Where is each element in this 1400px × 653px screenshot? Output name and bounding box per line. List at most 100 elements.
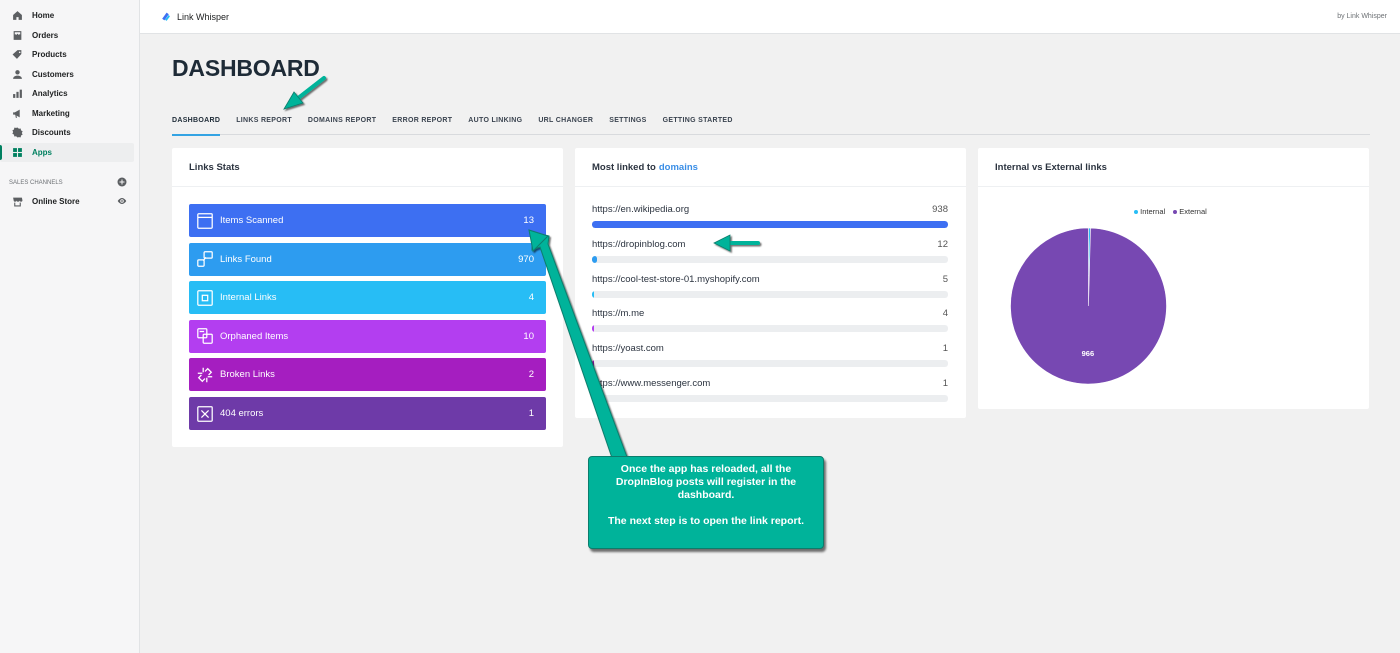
home-icon <box>12 10 23 21</box>
callout-text-1: Once the app has reloaded, all the DropI… <box>615 463 797 501</box>
domain-bar-fill <box>592 325 595 333</box>
pie-label-external: 966 <box>1082 349 1095 358</box>
stat-label: Items Scanned <box>220 215 284 226</box>
eye-icon[interactable] <box>117 196 127 208</box>
domain-bar-fill <box>592 360 595 368</box>
domain-bar-track <box>592 360 948 368</box>
square-icon <box>196 289 214 307</box>
arrow-to-links-report <box>283 76 326 110</box>
sales-channels-header: SALES CHANNELS <box>0 174 139 192</box>
domain-count: 1 <box>942 378 948 389</box>
nav-list: Home Orders Products Customers Analytics Mark… <box>0 0 139 162</box>
domain-url[interactable]: https://yoast.com <box>592 343 664 354</box>
domain-row: https://www.messenger.com 1 <box>592 378 948 402</box>
domains-title: Most linked to domains <box>575 148 966 187</box>
links-stats-card: Links Stats Items Scanned 13 Links Found 97… <box>172 148 563 447</box>
sidebar-item-label: Orders <box>32 30 59 40</box>
stat-value: 13 <box>523 215 534 226</box>
sidebar-item-customers[interactable]: Customers <box>0 65 139 85</box>
links-icon <box>196 250 214 268</box>
tab-getting-started[interactable]: GETTING STARTED <box>663 106 733 135</box>
domain-row-text: https://en.wikipedia.org 938 <box>592 204 948 215</box>
person-icon <box>12 69 23 80</box>
sidebar-item-home[interactable]: Home <box>0 6 139 26</box>
page-title: DASHBOARD <box>172 55 320 81</box>
callout-text-2: The next step is to open the link report… <box>607 515 805 527</box>
add-channel-icon[interactable] <box>117 177 127 189</box>
domain-bar-fill <box>592 255 597 263</box>
domain-row-text: https://yoast.com 1 <box>592 343 948 354</box>
sales-channels-heading: SALES CHANNELS <box>9 180 63 186</box>
stat-orphaned-items[interactable]: Orphaned Items 10 <box>189 319 546 353</box>
tab-settings[interactable]: SETTINGS <box>609 106 646 135</box>
domain-row: https://dropinblog.com 12 <box>592 239 948 263</box>
domain-bar-fill <box>592 290 595 298</box>
tab-url-changer[interactable]: URL CHANGER <box>538 106 593 135</box>
tab-domains-report[interactable]: DOMAINS REPORT <box>308 106 376 135</box>
stat-value: 970 <box>518 253 534 265</box>
domain-bar-track <box>592 395 948 402</box>
domain-count: 938 <box>932 204 948 215</box>
domain-url[interactable]: https://m.me <box>592 308 644 319</box>
sidebar-item-online-store[interactable]: Online Store <box>0 192 139 212</box>
domain-row: https://m.me 4 <box>592 308 948 333</box>
domain-bar-track <box>592 255 948 263</box>
sidebar-item-products[interactable]: Products <box>0 45 139 65</box>
tab-auto-linking[interactable]: AUTO LINKING <box>468 106 522 135</box>
domain-count: 4 <box>942 308 948 320</box>
tab-error-report[interactable]: ERROR REPORT <box>392 106 452 135</box>
discount-icon <box>12 127 23 138</box>
bar-chart-icon <box>12 88 23 99</box>
domains-title-text: Most linked to <box>592 161 656 173</box>
stat-value: 4 <box>528 292 534 304</box>
links-stats-title: Links Stats <box>172 148 563 187</box>
sidebar-item-label: Customers <box>32 69 74 79</box>
stat-label: Broken Links <box>220 369 275 381</box>
stat-value: 2 <box>528 369 534 381</box>
sidebar-item-label: Analytics <box>32 89 68 99</box>
domain-url[interactable]: https://en.wikipedia.org <box>592 204 689 215</box>
apps-icon <box>12 147 23 158</box>
link-whisper-logo-icon <box>162 12 170 21</box>
sidebar-item-discounts[interactable]: Discounts <box>0 123 139 143</box>
domain-row: https://cool-test-store-01.myshopify.com… <box>592 274 948 298</box>
domain-count: 1 <box>942 343 948 355</box>
app-byline: by Link Whisper <box>1337 13 1387 20</box>
stat-label: Orphaned Items <box>220 330 289 342</box>
domain-url[interactable]: https://dropinblog.com <box>592 239 685 250</box>
stat-label: 404 errors <box>220 408 264 419</box>
tab-links-report[interactable]: LINKS REPORT <box>236 106 292 135</box>
orders-icon <box>12 30 23 41</box>
domain-row-text: https://dropinblog.com 12 <box>592 239 948 250</box>
tab-dashboard[interactable]: DASHBOARD <box>172 106 221 136</box>
stat-broken-links[interactable]: Broken Links 2 <box>189 358 546 392</box>
sidebar-item-orders[interactable]: Orders <box>0 26 139 46</box>
sidebar-item-label: Home <box>32 11 55 21</box>
stat-links-found[interactable]: Links Found 970 <box>189 242 546 276</box>
sidebar-item-marketing[interactable]: Marketing <box>0 104 139 124</box>
domain-url[interactable]: https://cool-test-store-01.myshopify.com <box>592 274 760 285</box>
app-name: Link Whisper <box>177 11 230 22</box>
stat-value: 10 <box>523 330 534 342</box>
stat-404-errors[interactable]: 404 errors 1 <box>189 397 546 430</box>
domain-bar-track <box>592 290 948 298</box>
domains-card: Most linked to domains https://en.wikipe… <box>575 148 966 418</box>
domain-url[interactable]: https://www.messenger.com <box>592 378 710 389</box>
stat-items-scanned[interactable]: Items Scanned 13 <box>189 204 546 237</box>
domain-bar-fill <box>592 221 948 228</box>
pie-slice-external[interactable] <box>1010 227 1167 385</box>
domain-bar-track <box>592 221 948 228</box>
domain-row-text: https://cool-test-store-01.myshopify.com… <box>592 274 948 285</box>
app-header: Link Whisper by Link Whisper <box>140 0 1400 34</box>
sidebar-item-apps[interactable]: Apps <box>0 142 134 162</box>
sidebar-item-label: Online Store <box>32 197 80 207</box>
domains-title-link[interactable]: domains <box>659 162 698 173</box>
sidebar-item-analytics[interactable]: Analytics <box>0 84 139 104</box>
copy-icon <box>196 327 214 345</box>
stat-value: 1 <box>528 408 534 419</box>
sidebar-item-label: Marketing <box>32 108 70 118</box>
tab-bar: DASHBOARD LINKS REPORT DOMAINS REPORT ERROR… <box>172 106 1370 136</box>
app-brand: Link Whisper <box>160 11 229 22</box>
domain-row-text: https://m.me 4 <box>592 308 948 319</box>
stat-internal-links[interactable]: Internal Links 4 <box>189 281 546 315</box>
